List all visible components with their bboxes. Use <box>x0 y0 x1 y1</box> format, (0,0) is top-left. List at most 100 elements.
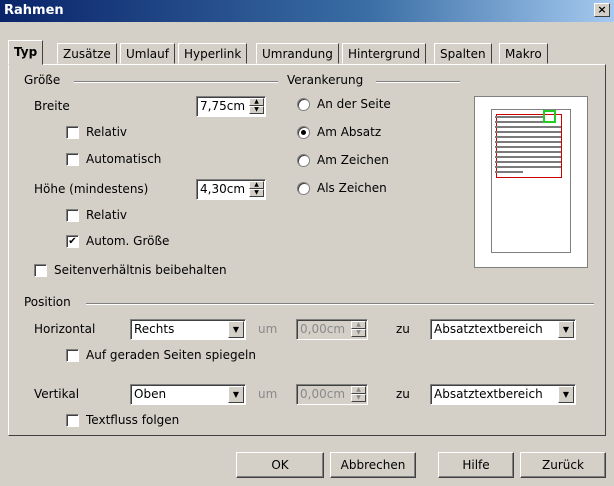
cancel-button[interactable]: Abbrechen <box>330 452 416 478</box>
spin-down-icon[interactable]: ▼ <box>351 329 366 337</box>
spin-down-icon[interactable]: ▼ <box>249 189 264 197</box>
check-icon: ✔ <box>68 236 77 247</box>
chevron-down-icon[interactable]: ▼ <box>558 386 574 403</box>
vertical-to-label: zu <box>396 387 410 401</box>
chevron-down-icon[interactable]: ▼ <box>228 321 244 338</box>
tab-hintergrund[interactable]: Hintergrund <box>342 43 427 64</box>
tab-umrandung[interactable]: Umrandung <box>256 43 339 64</box>
anchor-page-label: An der Seite <box>317 97 391 111</box>
preview-text-line <box>495 136 561 138</box>
width-value: 7,75cm <box>200 99 246 113</box>
tab-umlauf[interactable]: Umlauf <box>120 43 175 64</box>
horizontal-by-value: 0,00cm <box>300 322 346 336</box>
preview-text-line <box>495 146 561 148</box>
keep-ratio-label: Seitenverhältnis beibehalten <box>54 263 227 277</box>
horizontal-by-spinfield[interactable]: 0,00cm ▲ ▼ <box>296 319 368 340</box>
height-relative-checkbox[interactable] <box>66 209 79 222</box>
anchor-paragraph-label: Am Absatz <box>317 125 382 139</box>
follow-textflow-checkbox[interactable] <box>66 414 79 427</box>
dialog-titlebar: Rahmen × <box>0 0 614 22</box>
preview-text-line <box>495 151 561 153</box>
tab-zusaetze[interactable]: Zusätze <box>57 43 117 64</box>
anchor-char-radio[interactable] <box>297 154 310 167</box>
tab-hyperlink[interactable]: Hyperlink <box>178 43 248 64</box>
preview-text-line <box>495 131 561 133</box>
spin-up-icon[interactable]: ▲ <box>249 181 264 189</box>
height-relative-label: Relativ <box>86 208 128 222</box>
spin-down-icon[interactable]: ▼ <box>249 106 264 114</box>
anchor-char-label: Am Zeichen <box>317 153 389 167</box>
tab-typ[interactable]: Typ <box>8 40 44 65</box>
horizontal-to-value: Absatztextbereich <box>434 322 543 336</box>
horizontal-by-spin-buttons[interactable]: ▲ ▼ <box>351 321 366 338</box>
vertical-by-spin-buttons[interactable]: ▲ ▼ <box>351 386 366 403</box>
height-auto-checkbox[interactable]: ✔ <box>66 235 79 248</box>
tab-spalten[interactable]: Spalten <box>434 43 492 64</box>
vertical-label: Vertikal <box>34 387 80 401</box>
width-auto-label: Automatisch <box>86 152 162 166</box>
preview-text-line <box>495 141 561 143</box>
horizontal-to-select[interactable]: Absatztextbereich ▼ <box>430 319 576 340</box>
preview-text-line <box>495 166 561 168</box>
anchor-as-char-label: Als Zeichen <box>317 181 387 195</box>
radio-selected-dot <box>301 130 306 135</box>
chevron-down-icon[interactable]: ▼ <box>228 386 244 403</box>
anchor-as-char-radio[interactable] <box>297 182 310 195</box>
width-spinfield[interactable]: 7,75cm ▲ ▼ <box>196 96 266 117</box>
mirror-label: Auf geraden Seiten spiegeln <box>86 348 256 362</box>
back-button[interactable]: Zurück <box>520 452 606 478</box>
ok-button[interactable]: OK <box>236 452 324 478</box>
vertical-by-value: 0,00cm <box>300 387 346 401</box>
anchor-group-divider <box>376 81 460 83</box>
spin-up-icon[interactable]: ▲ <box>351 321 366 329</box>
horizontal-label: Horizontal <box>34 322 96 336</box>
height-auto-label: Autom. Größe <box>86 234 170 248</box>
vertical-select[interactable]: Oben ▼ <box>130 384 246 405</box>
anchor-group-label: Verankerung <box>287 73 364 87</box>
anchor-paragraph-radio[interactable] <box>297 126 310 139</box>
frame-preview <box>474 96 588 268</box>
width-relative-checkbox[interactable] <box>66 126 79 139</box>
close-icon[interactable]: × <box>594 3 610 17</box>
vertical-value: Oben <box>134 387 167 401</box>
height-value: 4,30cm <box>200 182 246 196</box>
position-group-label: Position <box>24 295 71 309</box>
horizontal-to-label: zu <box>396 322 410 336</box>
help-button[interactable]: Hilfe <box>438 452 514 478</box>
preview-text-line <box>495 121 545 123</box>
preview-frame-marker <box>543 110 556 123</box>
preview-page <box>491 109 571 253</box>
width-auto-checkbox[interactable] <box>66 153 79 166</box>
preview-text-line <box>495 126 561 128</box>
follow-textflow-label: Textfluss folgen <box>86 413 180 427</box>
vertical-by-spinfield[interactable]: 0,00cm ▲ ▼ <box>296 384 368 405</box>
mirror-checkbox[interactable] <box>66 349 79 362</box>
keep-ratio-checkbox[interactable] <box>34 264 47 277</box>
dialog-title: Rahmen <box>4 3 64 18</box>
tab-makro[interactable]: Makro <box>499 43 548 64</box>
vertical-to-value: Absatztextbereich <box>434 387 543 401</box>
horizontal-value: Rechts <box>134 322 175 336</box>
height-spinfield[interactable]: 4,30cm ▲ ▼ <box>196 179 266 200</box>
size-group-divider <box>74 81 278 83</box>
preview-text-line <box>495 161 561 163</box>
spin-up-icon[interactable]: ▲ <box>351 386 366 394</box>
preview-text-line <box>495 116 545 118</box>
height-spin-buttons[interactable]: ▲ ▼ <box>249 181 264 198</box>
vertical-by-label: um <box>258 387 278 401</box>
horizontal-select[interactable]: Rechts ▼ <box>130 319 246 340</box>
anchor-page-radio[interactable] <box>297 98 310 111</box>
horizontal-by-label: um <box>258 322 278 336</box>
width-spin-buttons[interactable]: ▲ ▼ <box>249 98 264 115</box>
preview-text-line <box>495 171 523 173</box>
preview-text-line <box>495 156 561 158</box>
width-relative-label: Relativ <box>86 125 128 139</box>
spin-down-icon[interactable]: ▼ <box>351 394 366 402</box>
size-group-label: Größe <box>24 73 61 87</box>
width-label: Breite <box>34 99 70 113</box>
height-label: Höhe (mindestens) <box>34 182 149 196</box>
spin-up-icon[interactable]: ▲ <box>249 98 264 106</box>
position-group-divider <box>86 303 594 305</box>
chevron-down-icon[interactable]: ▼ <box>558 321 574 338</box>
vertical-to-select[interactable]: Absatztextbereich ▼ <box>430 384 576 405</box>
